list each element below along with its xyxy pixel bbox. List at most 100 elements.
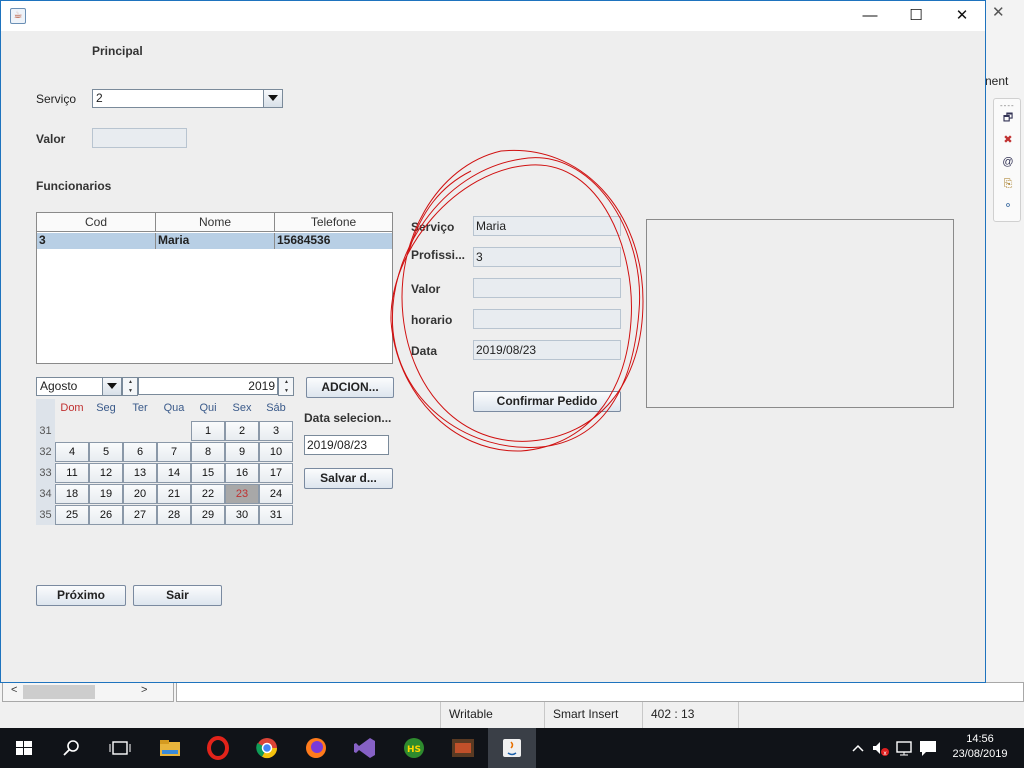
calendar-day[interactable]: 7: [157, 442, 191, 462]
opera-icon[interactable]: [204, 734, 232, 762]
restore-icon[interactable]: 🗗: [1001, 111, 1015, 125]
error-log-icon[interactable]: ✖: [1001, 133, 1015, 147]
month-spinner[interactable]: ▲ ▼: [122, 377, 138, 396]
calendar-day[interactable]: 21: [157, 484, 191, 504]
calendar-day[interactable]: 27: [123, 505, 157, 525]
calendar-day[interactable]: 3: [259, 421, 293, 441]
progress-icon[interactable]: ⚬: [1001, 199, 1015, 213]
calendar-day[interactable]: 4: [55, 442, 89, 462]
funcionarios-table[interactable]: Cod Nome Telefone 3 Maria 15684536: [36, 212, 393, 364]
weekday-header: Sex: [232, 402, 252, 414]
calendar-day[interactable]: 9: [225, 442, 259, 462]
calendar-day[interactable]: 18: [55, 484, 89, 504]
proximo-button[interactable]: Próximo: [36, 585, 126, 606]
column-header-telefone[interactable]: Telefone: [275, 213, 392, 232]
valor-label: Valor: [36, 132, 66, 146]
calendar-day[interactable]: 14: [157, 463, 191, 483]
file-explorer-icon[interactable]: [156, 734, 184, 762]
calendar-day[interactable]: 22: [191, 484, 225, 504]
calendar-day[interactable]: 24: [259, 484, 293, 504]
weekday-header: Qui: [199, 402, 217, 414]
calendar-day[interactable]: 26: [89, 505, 123, 525]
cell-telefone: 15684536: [277, 233, 331, 247]
weekday-header: Ter: [132, 402, 148, 414]
scroll-right-icon[interactable]: >: [141, 684, 147, 696]
week-number: 32: [36, 442, 55, 462]
task-view-icon[interactable]: [106, 734, 134, 762]
week-number: 35: [36, 505, 55, 525]
column-header-cod[interactable]: Cod: [37, 213, 156, 232]
month-chevron-down-icon[interactable]: [102, 378, 121, 395]
svg-text:x: x: [883, 750, 887, 757]
spin-up-icon[interactable]: ▲: [128, 379, 133, 385]
scroll-thumb[interactable]: [23, 685, 95, 699]
calendar-day[interactable]: 19: [89, 484, 123, 504]
calendar-day[interactable]: 12: [89, 463, 123, 483]
hs-app-icon[interactable]: HS: [400, 734, 428, 762]
salvar-button[interactable]: Salvar d...: [304, 468, 393, 489]
month-combobox[interactable]: Agosto: [36, 377, 122, 396]
funcionarios-label: Funcionarios: [36, 179, 112, 193]
clock-date: 23/08/2019: [952, 748, 1008, 760]
servico-combobox[interactable]: 2: [92, 89, 283, 108]
section-principal: Principal: [92, 44, 143, 58]
calendar-day[interactable]: 10: [259, 442, 293, 462]
chevron-down-icon[interactable]: [263, 90, 282, 107]
svg-text:HS: HS: [407, 745, 421, 755]
notification-icon[interactable]: [914, 734, 942, 762]
month-selected-value: Agosto: [40, 379, 78, 393]
windows-start-icon[interactable]: [10, 734, 38, 762]
chrome-icon[interactable]: [253, 734, 281, 762]
calendar-day[interactable]: 15: [191, 463, 225, 483]
javadoc-icon[interactable]: @: [1001, 155, 1015, 169]
calendar-day[interactable]: 11: [55, 463, 89, 483]
spin-down-icon[interactable]: ▼: [128, 388, 133, 394]
ide-close-icon[interactable]: ✕: [992, 3, 1005, 21]
game-app-icon[interactable]: [449, 734, 477, 762]
year-field[interactable]: 2019: [138, 377, 278, 395]
visual-studio-icon[interactable]: [351, 734, 379, 762]
windows-taskbar: HS x: [0, 728, 1024, 768]
window-titlebar[interactable]: ☕ — ☐ ✕: [1, 1, 985, 31]
firefox-icon[interactable]: [302, 734, 330, 762]
table-row[interactable]: 3 Maria 15684536: [37, 233, 392, 249]
calendar-day[interactable]: 20: [123, 484, 157, 504]
calendar-day[interactable]: 29: [191, 505, 225, 525]
calendar-day[interactable]: 5: [89, 442, 123, 462]
scroll-left-icon[interactable]: <: [11, 684, 17, 696]
cell-cod: 3: [37, 233, 156, 249]
calendar-day[interactable]: 30: [225, 505, 259, 525]
weekday-header: Dom: [60, 402, 84, 414]
calendar-day[interactable]: 31: [259, 505, 293, 525]
calendar-day[interactable]: 25: [55, 505, 89, 525]
ide-horizontal-scrollbar[interactable]: < >: [2, 682, 174, 702]
close-icon[interactable]: ✕: [939, 1, 985, 31]
minimize-icon[interactable]: —: [847, 1, 893, 31]
calendar-grid[interactable]: Dom Seg Ter Qua Qui Sex Sáb 31 1 2 3 32 4 5 6 7 8 9 10 33 11…: [36, 399, 293, 525]
calendar-day[interactable]: 28: [157, 505, 191, 525]
search-icon[interactable]: [58, 734, 86, 762]
calendar-day[interactable]: 2: [225, 421, 259, 441]
year-spin-down-icon[interactable]: ▼: [284, 388, 289, 394]
maximize-icon[interactable]: ☐: [893, 1, 939, 31]
year-spin-up-icon[interactable]: ▲: [284, 379, 289, 385]
sair-button[interactable]: Sair: [133, 585, 222, 606]
calendar-day[interactable]: 16: [225, 463, 259, 483]
year-spinner[interactable]: ▲ ▼: [278, 377, 294, 396]
calendar-day-selected[interactable]: 23: [225, 484, 259, 504]
calendar-day[interactable]: 13: [123, 463, 157, 483]
calendar-day[interactable]: 6: [123, 442, 157, 462]
valor-field[interactable]: [92, 128, 187, 148]
week-number: 33: [36, 463, 55, 483]
calendar-day[interactable]: 17: [259, 463, 293, 483]
calendar-day[interactable]: 8: [191, 442, 225, 462]
status-grip: [738, 702, 748, 728]
data-selecionada-field[interactable]: 2019/08/23: [304, 435, 389, 455]
calendar-day[interactable]: 1: [191, 421, 225, 441]
column-header-nome[interactable]: Nome: [156, 213, 275, 232]
declaration-icon[interactable]: ⎘: [1001, 177, 1015, 191]
data-selecionada-label: Data selecion...: [304, 411, 392, 425]
ide-bottom-panel: [176, 682, 1024, 702]
taskbar-clock[interactable]: 14:56 23/08/2019: [948, 732, 1012, 762]
java-icon[interactable]: [498, 734, 526, 762]
